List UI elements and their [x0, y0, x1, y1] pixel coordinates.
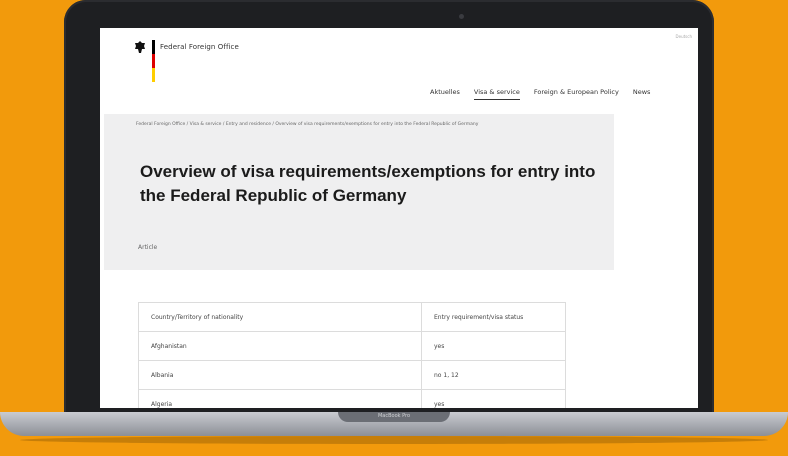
language-link[interactable]: Deutsch: [676, 34, 692, 39]
table-cell: yes: [434, 342, 445, 350]
page-hero: Federal Foreign Office / Visa & service …: [104, 114, 614, 270]
table-cell: no 1, 12: [434, 371, 459, 379]
main-nav: Aktuelles Visa & service Foreign & Europ…: [430, 88, 650, 100]
table-header-cell: Country/Territory of nationality: [139, 303, 422, 331]
org-name: Federal Foreign Office: [160, 43, 239, 51]
table-row: Albania no 1, 12: [139, 361, 565, 390]
article-tag: Article: [138, 244, 158, 251]
site-header: Federal Foreign Office Deutsch Aktuelles…: [100, 28, 698, 108]
flag-bar: [152, 40, 155, 82]
camera-icon: [459, 14, 464, 19]
nav-item-news[interactable]: News: [633, 88, 651, 100]
nav-item-aktuelles[interactable]: Aktuelles: [430, 88, 460, 100]
table-header-row: Country/Territory of nationality Entry r…: [139, 303, 565, 332]
brand-label: MacBook Pro: [338, 412, 450, 422]
breadcrumb[interactable]: Federal Foreign Office / Visa & service …: [136, 122, 478, 127]
nav-item-foreign-policy[interactable]: Foreign & European Policy: [534, 88, 619, 100]
table-row: Afghanistan yes: [139, 332, 565, 361]
table-cell: Algeria: [139, 390, 422, 408]
browser-screen: Federal Foreign Office Deutsch Aktuelles…: [100, 28, 698, 408]
laptop-shadow: [20, 436, 768, 444]
nav-item-visa-service[interactable]: Visa & service: [473, 88, 520, 100]
table-cell: Albania: [139, 361, 422, 389]
table-cell: yes: [434, 400, 445, 408]
site-logo[interactable]: Federal Foreign Office: [134, 40, 239, 82]
page-title: Overview of visa requirements/exemptions…: [140, 162, 596, 205]
table-row: Algeria yes: [139, 390, 565, 408]
visa-table: Country/Territory of nationality Entry r…: [138, 302, 566, 408]
table-cell: Afghanistan: [139, 332, 422, 360]
federal-eagle-icon: [135, 41, 145, 53]
table-header-cell: Entry requirement/visa status: [434, 313, 524, 321]
